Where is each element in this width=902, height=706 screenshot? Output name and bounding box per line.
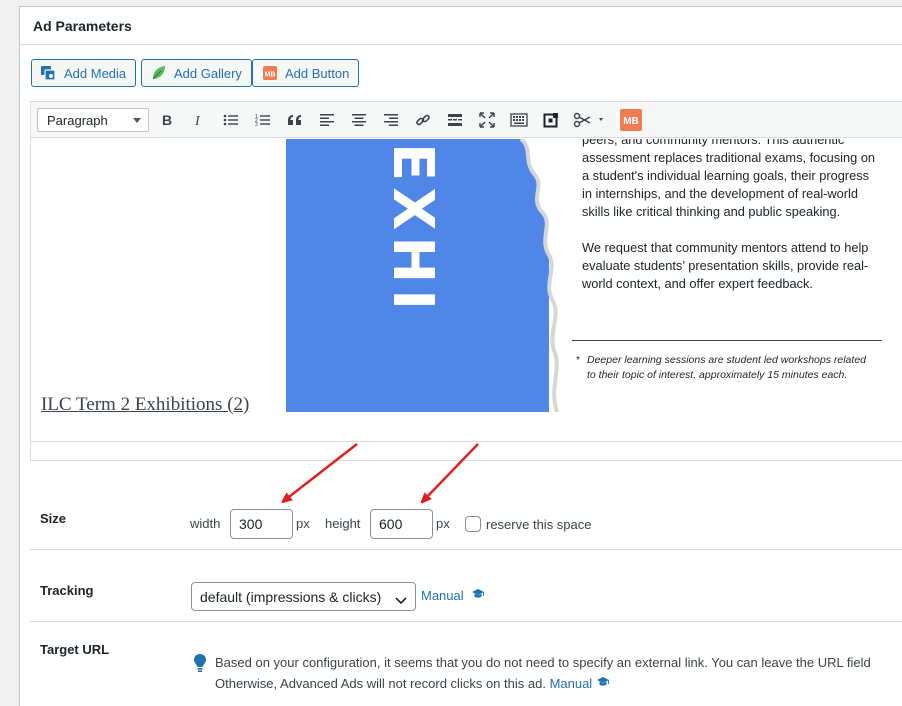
- footnote-bullet: *: [576, 354, 581, 366]
- target-url-manual-link[interactable]: Manual: [550, 676, 593, 691]
- divider-1: [30, 549, 902, 550]
- torn-paper-edge: [509, 139, 569, 413]
- blockquote-icon[interactable]: [283, 109, 307, 131]
- lightbulb-icon: [193, 653, 207, 678]
- content-editor[interactable]: Paragraph B I 123 MB EXHI peers, and com…: [30, 101, 902, 461]
- width-label: width: [190, 516, 221, 531]
- media-icon: [40, 64, 58, 82]
- footnote-text: Deeper learning sessions are student led…: [587, 354, 866, 381]
- target-url-info-line-2: Otherwise, Advanced Ads will not record …: [215, 676, 610, 691]
- svg-text:I: I: [194, 114, 201, 127]
- panel-title: Ad Parameters: [33, 18, 132, 34]
- image-caption-link[interactable]: ILC Term 2 Exhibitions (2): [41, 394, 249, 416]
- poster-vertical-word: EXHI: [380, 143, 445, 316]
- poster-divider: [572, 340, 882, 341]
- scissors-dropdown-icon[interactable]: [571, 109, 609, 131]
- svg-text:MB: MB: [265, 72, 276, 79]
- reserve-space-checkbox[interactable]: [465, 516, 481, 532]
- panel-header: Ad Parameters: [20, 7, 902, 45]
- graduation-cap-icon-2[interactable]: [596, 676, 610, 688]
- align-left-icon[interactable]: [315, 109, 339, 131]
- add-button-button[interactable]: MB Add Button: [252, 59, 360, 87]
- target-url-label: Target URL: [40, 642, 110, 657]
- mb-icon: MB: [261, 64, 279, 82]
- add-media-button[interactable]: Add Media: [31, 59, 137, 87]
- link-icon[interactable]: [411, 109, 435, 131]
- svg-text:3: 3: [255, 122, 258, 127]
- fullscreen-icon[interactable]: [475, 109, 499, 131]
- graduation-cap-icon[interactable]: [471, 587, 485, 605]
- tracking-label: Tracking: [40, 583, 94, 598]
- shortcode-icon[interactable]: [539, 109, 563, 131]
- editor-content[interactable]: EXHI peers, and community mentors. This …: [31, 139, 902, 460]
- svg-text:B: B: [162, 113, 172, 127]
- align-center-icon[interactable]: [347, 109, 371, 131]
- editor-toolbar: Paragraph B I 123 MB: [31, 102, 902, 138]
- bold-icon[interactable]: B: [155, 109, 179, 131]
- reserve-space-label: reserve this space: [486, 517, 592, 532]
- keyboard-icon[interactable]: [507, 109, 531, 131]
- poster-paragraph-2: We request that community mentors attend…: [582, 240, 869, 291]
- height-label: height: [325, 516, 361, 531]
- width-input[interactable]: 300: [230, 509, 293, 539]
- tracking-select[interactable]: default (impressions & clicks): [191, 582, 416, 611]
- add-gallery-button[interactable]: Add Gallery: [141, 59, 252, 87]
- format-select-value: Paragraph: [47, 113, 108, 128]
- size-label: Size: [40, 511, 67, 526]
- numbered-list-icon[interactable]: 123: [251, 109, 275, 131]
- svg-text:MB: MB: [623, 116, 639, 127]
- target-url-info-line-1: Based on your configuration, it seems th…: [215, 655, 871, 670]
- format-select[interactable]: Paragraph: [37, 108, 149, 132]
- add-media-label: Add Media: [64, 65, 127, 81]
- italic-icon[interactable]: I: [187, 109, 211, 131]
- poster-paragraph-1: peers, and community mentors. This authe…: [582, 139, 876, 219]
- tracking-manual-link[interactable]: Manual: [421, 588, 464, 603]
- height-input[interactable]: 600: [370, 509, 433, 539]
- read-more-icon[interactable]: [443, 109, 467, 131]
- leaf-icon: [150, 64, 168, 82]
- target-url-info-text: Otherwise, Advanced Ads will not record …: [215, 676, 546, 691]
- caret-down-icon: [133, 118, 141, 123]
- width-unit: px: [296, 516, 310, 531]
- editor-bottom-border: [31, 441, 902, 442]
- align-right-icon[interactable]: [379, 109, 403, 131]
- divider-2: [30, 621, 902, 622]
- add-button-label: Add Button: [285, 65, 350, 81]
- bullet-list-icon[interactable]: [219, 109, 243, 131]
- poster-text-block: peers, and community mentors. This authe…: [582, 139, 882, 311]
- mb-shortcode-icon[interactable]: MB: [619, 109, 643, 131]
- height-unit: px: [436, 516, 450, 531]
- add-gallery-label: Add Gallery: [174, 65, 242, 81]
- tracking-select-value: default (impressions & clicks): [200, 589, 382, 605]
- chevron-down-icon: [395, 592, 407, 608]
